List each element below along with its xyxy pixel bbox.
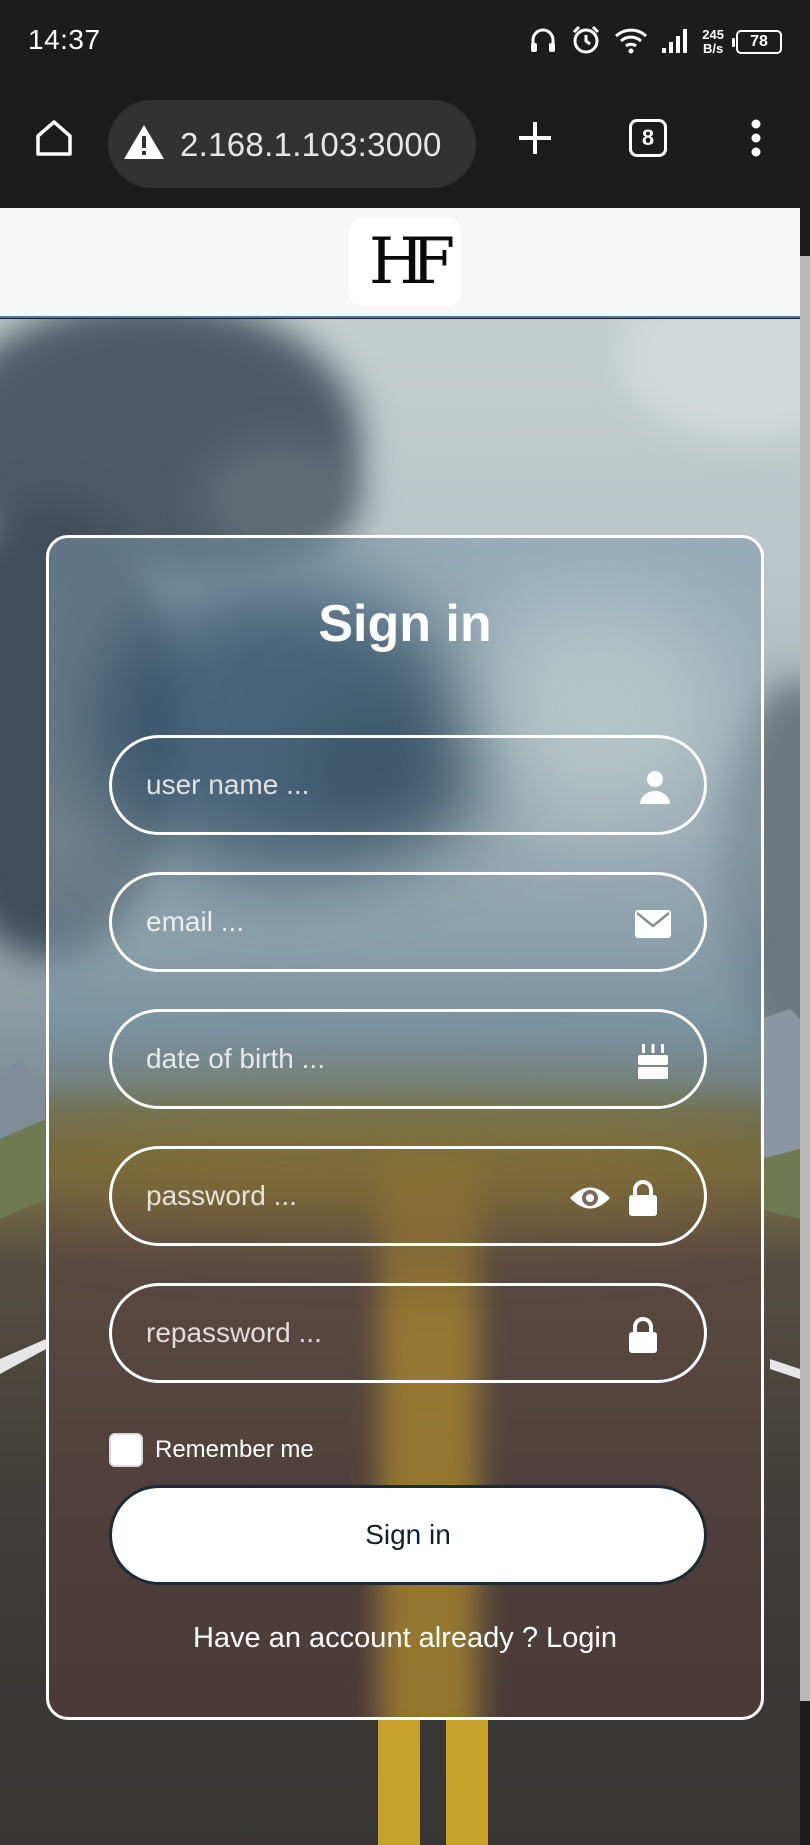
headphones-icon bbox=[528, 25, 558, 60]
sign-in-button[interactable]: Sign in bbox=[109, 1485, 707, 1585]
email-input[interactable] bbox=[112, 875, 704, 969]
remember-me-checkbox[interactable] bbox=[109, 1433, 143, 1467]
address-bar[interactable]: 2.168.1.103:3000 bbox=[108, 100, 476, 188]
home-icon[interactable] bbox=[28, 112, 80, 164]
network-speed-unit: B/s bbox=[703, 41, 724, 56]
battery-icon: 78 bbox=[732, 30, 782, 54]
signal-icon bbox=[660, 26, 690, 59]
birthday-cake-icon bbox=[634, 1042, 672, 1080]
login-link[interactable]: Have an account already ? Login bbox=[49, 1622, 761, 1655]
wifi-icon bbox=[614, 26, 648, 59]
username-field[interactable] bbox=[109, 735, 707, 835]
status-bar: 14:37 245 B/s 78 bbox=[0, 0, 810, 84]
date-of-birth-input[interactable] bbox=[112, 1012, 704, 1106]
site-logo[interactable]: HF bbox=[349, 218, 461, 306]
site-header: HF bbox=[0, 208, 800, 318]
remember-me[interactable]: Remember me bbox=[109, 1433, 314, 1467]
repassword-field[interactable] bbox=[109, 1283, 707, 1383]
tab-count[interactable]: 8 bbox=[629, 119, 667, 157]
password-field[interactable] bbox=[109, 1146, 707, 1246]
lock-icon bbox=[624, 1316, 662, 1354]
warning-icon[interactable] bbox=[122, 122, 166, 167]
signin-card: Sign in Remember me bbox=[46, 535, 764, 1720]
new-tab-icon[interactable] bbox=[509, 112, 561, 164]
form-title: Sign in bbox=[318, 595, 492, 653]
url-text[interactable]: 2.168.1.103:3000 bbox=[180, 126, 442, 164]
envelope-icon bbox=[634, 905, 672, 943]
more-menu-icon[interactable] bbox=[730, 112, 782, 164]
status-icons: 245 B/s 78 bbox=[528, 22, 782, 62]
repassword-input[interactable] bbox=[112, 1286, 704, 1380]
scrollbar[interactable] bbox=[800, 256, 810, 1701]
lock-icon bbox=[624, 1179, 662, 1217]
network-speed-value: 245 bbox=[702, 27, 724, 42]
eye-icon[interactable] bbox=[568, 1179, 612, 1217]
email-field[interactable] bbox=[109, 872, 707, 972]
username-input[interactable] bbox=[112, 738, 704, 832]
tabs-icon[interactable]: 8 bbox=[622, 112, 674, 164]
browser-toolbar: 2.168.1.103:3000 8 bbox=[0, 84, 810, 208]
user-icon bbox=[636, 768, 674, 806]
alarm-icon bbox=[570, 24, 602, 61]
password-input[interactable] bbox=[112, 1149, 704, 1243]
status-time: 14:37 bbox=[28, 24, 101, 55]
date-of-birth-field[interactable] bbox=[109, 1009, 707, 1109]
remember-me-label[interactable]: Remember me bbox=[155, 1436, 314, 1464]
network-speed: 245 B/s bbox=[702, 28, 724, 56]
